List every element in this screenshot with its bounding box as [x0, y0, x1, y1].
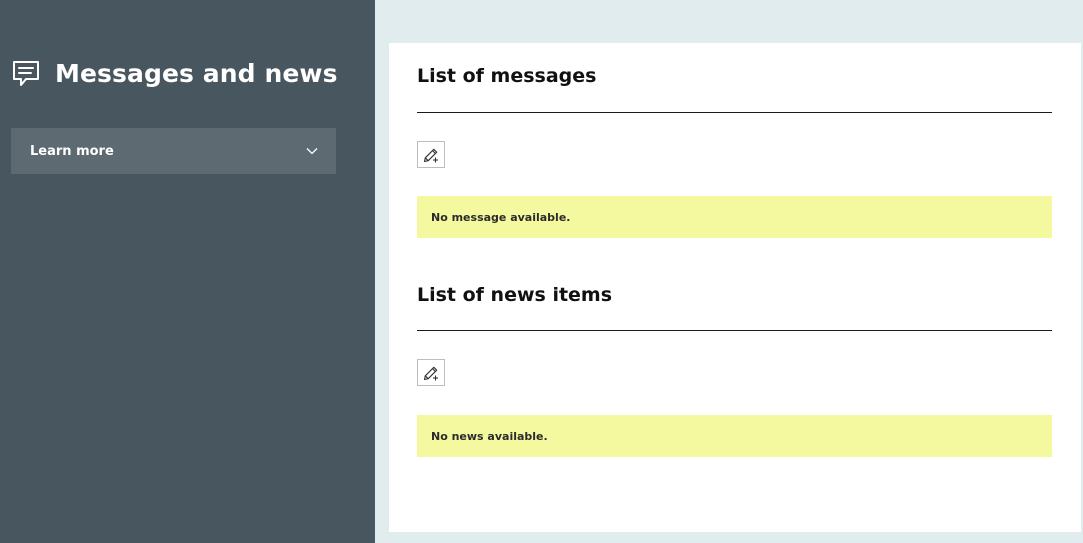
add-news-button[interactable] — [417, 359, 445, 386]
learn-more-accordion[interactable]: Learn more — [11, 128, 336, 174]
news-divider — [417, 330, 1052, 331]
chat-bubble-icon — [13, 61, 39, 86]
sidebar: Messages and news Learn more — [0, 0, 375, 543]
pencil-plus-icon — [423, 148, 438, 162]
learn-more-label: Learn more — [30, 143, 114, 159]
messages-title: List of messages — [417, 65, 597, 87]
chevron-down-icon — [306, 148, 318, 155]
messages-empty-notice: No message available. — [417, 196, 1052, 238]
page-title: Messages and news — [55, 58, 338, 88]
sidebar-header: Messages and news — [11, 58, 338, 88]
news-empty-notice: No news available. — [417, 415, 1052, 457]
main-content: List of messages No message available. L… — [389, 43, 1081, 532]
pencil-plus-icon — [423, 366, 438, 380]
add-message-button[interactable] — [417, 141, 445, 168]
messages-divider — [417, 112, 1052, 113]
news-title: List of news items — [417, 284, 613, 306]
